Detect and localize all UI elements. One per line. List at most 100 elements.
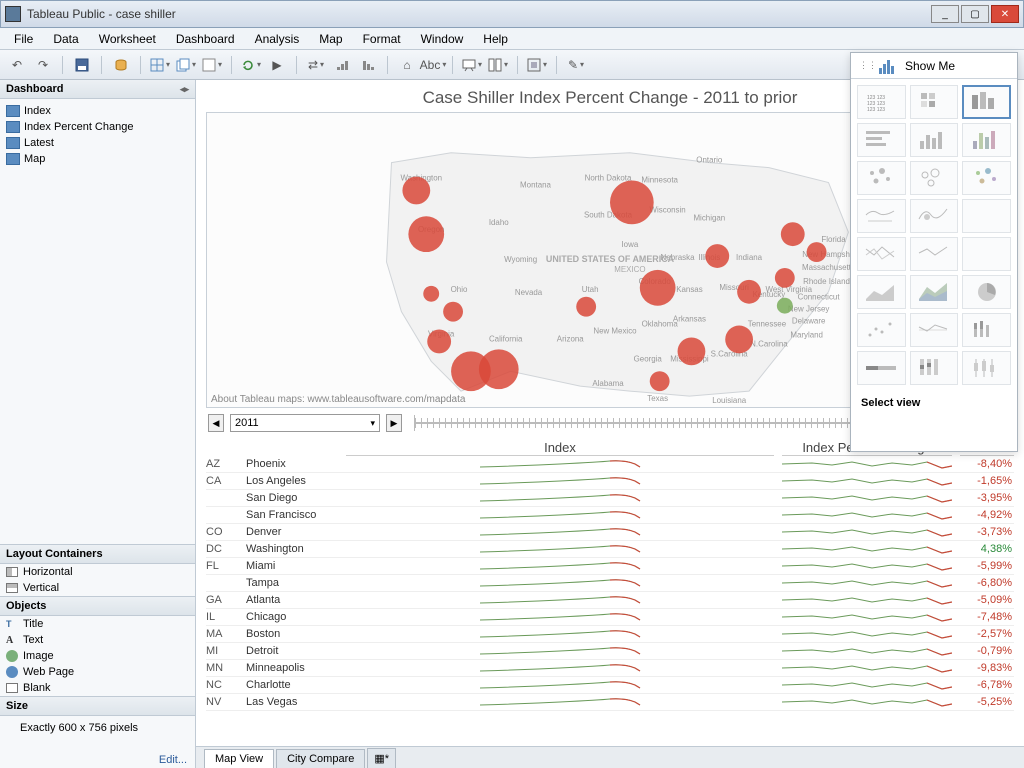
showme-viz-option[interactable] xyxy=(910,237,959,271)
map-bubble[interactable] xyxy=(479,349,519,389)
map-bubble[interactable] xyxy=(423,286,439,302)
showme-viz-option[interactable] xyxy=(962,161,1011,195)
menu-window[interactable]: Window xyxy=(411,30,474,48)
map-bubble[interactable] xyxy=(725,326,753,354)
table-row[interactable]: AZPhoenix-8,40% xyxy=(206,456,1014,473)
showme-viz-option[interactable] xyxy=(910,199,959,233)
object-blank[interactable]: Blank xyxy=(0,680,195,696)
collapse-icon[interactable]: ◂▸ xyxy=(180,84,189,95)
sort-desc-button[interactable] xyxy=(357,54,379,76)
showme-viz-option[interactable] xyxy=(910,85,959,119)
object-text[interactable]: AText xyxy=(0,632,195,648)
showme-viz-option[interactable] xyxy=(962,313,1011,347)
showme-viz-option[interactable] xyxy=(910,313,959,347)
auto-updates-dropdown[interactable] xyxy=(240,54,262,76)
new-worksheet-dropdown[interactable] xyxy=(149,54,171,76)
table-row[interactable]: San Diego-3,95% xyxy=(206,490,1014,507)
sheet-item[interactable]: Map xyxy=(0,151,195,167)
layout-vertical[interactable]: Vertical xyxy=(0,580,195,596)
highlight-button[interactable]: ✎ xyxy=(565,54,587,76)
connect-data-button[interactable] xyxy=(110,54,132,76)
year-slider[interactable] xyxy=(414,415,890,431)
sheet-item[interactable]: Index xyxy=(0,103,195,119)
showme-viz-option[interactable] xyxy=(857,237,906,271)
size-edit-link[interactable]: Edit... xyxy=(0,734,195,768)
sort-asc-button[interactable] xyxy=(331,54,353,76)
map-bubble[interactable] xyxy=(427,330,451,354)
maximize-button[interactable]: ▢ xyxy=(961,5,989,23)
object-title[interactable]: TTitle xyxy=(0,616,195,632)
menu-format[interactable]: Format xyxy=(353,30,411,48)
year-prev-button[interactable]: ◀ xyxy=(208,414,224,432)
showme-viz-option[interactable] xyxy=(857,199,906,233)
show-me-panel[interactable]: ⋮⋮ Show Me 123 123123 123123 123 Select … xyxy=(850,52,1018,452)
menu-analysis[interactable]: Analysis xyxy=(245,30,310,48)
showme-viz-option[interactable] xyxy=(962,351,1011,385)
map-bubble[interactable] xyxy=(705,244,729,268)
table-row[interactable]: MIDetroit-0,79% xyxy=(206,643,1014,660)
group-button[interactable]: ⌂ xyxy=(396,54,418,76)
map-bubble[interactable] xyxy=(640,270,676,306)
showme-viz-option[interactable] xyxy=(857,275,906,309)
map-bubble[interactable] xyxy=(402,177,430,205)
table-row[interactable]: MABoston-2,57% xyxy=(206,626,1014,643)
object-image[interactable]: Image xyxy=(0,648,195,664)
showme-viz-option[interactable] xyxy=(857,313,906,347)
year-next-button[interactable]: ▶ xyxy=(386,414,402,432)
showme-viz-option[interactable] xyxy=(910,351,959,385)
table-row[interactable]: MNMinneapolis-9,83% xyxy=(206,660,1014,677)
tab-city-compare[interactable]: City Compare xyxy=(276,749,365,768)
map-bubble[interactable] xyxy=(650,371,670,391)
swap-button[interactable]: ⇄ xyxy=(305,54,327,76)
map-bubble[interactable] xyxy=(737,280,761,304)
showme-viz-option[interactable] xyxy=(962,275,1011,309)
table-row[interactable]: GAAtlanta-5,09% xyxy=(206,592,1014,609)
showme-viz-option[interactable] xyxy=(962,123,1011,157)
map-bubble[interactable] xyxy=(408,216,444,252)
showme-viz-option[interactable] xyxy=(910,161,959,195)
table-row[interactable]: NVLas Vegas-5,25% xyxy=(206,694,1014,711)
table-row[interactable]: DCWashington4,38% xyxy=(206,541,1014,558)
menu-file[interactable]: File xyxy=(4,30,43,48)
map-bubble[interactable] xyxy=(775,268,795,288)
table-row[interactable]: FLMiami-5,99% xyxy=(206,558,1014,575)
map-bubble[interactable] xyxy=(576,297,596,317)
table-row[interactable]: Tampa-6,80% xyxy=(206,575,1014,592)
showme-viz-option[interactable] xyxy=(962,237,1011,271)
save-button[interactable] xyxy=(71,54,93,76)
showme-viz-option[interactable] xyxy=(857,161,906,195)
clear-sheet-dropdown[interactable] xyxy=(201,54,223,76)
fit-dropdown[interactable] xyxy=(526,54,548,76)
map-bubble[interactable] xyxy=(610,181,654,225)
layout-horizontal[interactable]: Horizontal xyxy=(0,564,195,580)
year-select[interactable]: 2011 xyxy=(230,414,380,432)
map-bubble[interactable] xyxy=(777,298,793,314)
menu-worksheet[interactable]: Worksheet xyxy=(89,30,166,48)
map-bubble[interactable] xyxy=(443,302,463,322)
table-row[interactable]: San Francisco-4,92% xyxy=(206,507,1014,524)
showme-viz-option[interactable] xyxy=(962,199,1011,233)
close-button[interactable]: ✕ xyxy=(991,5,1019,23)
showme-viz-option[interactable] xyxy=(962,85,1011,119)
showme-viz-option[interactable] xyxy=(910,275,959,309)
redo-button[interactable]: ↷ xyxy=(32,54,54,76)
cards-button[interactable] xyxy=(487,54,509,76)
undo-button[interactable]: ↶ xyxy=(6,54,28,76)
run-update-button[interactable]: ▶ xyxy=(266,54,288,76)
duplicate-sheet-dropdown[interactable] xyxy=(175,54,197,76)
show-labels-button[interactable]: Abc xyxy=(422,54,444,76)
menu-data[interactable]: Data xyxy=(43,30,88,48)
tab-new-sheet[interactable]: ▦* xyxy=(367,748,396,768)
presentation-mode-button[interactable] xyxy=(461,54,483,76)
tab-map-view[interactable]: Map View xyxy=(204,749,274,768)
menu-dashboard[interactable]: Dashboard xyxy=(166,30,245,48)
showme-viz-option[interactable]: 123 123123 123123 123 xyxy=(857,85,906,119)
table-row[interactable]: CODenver-3,73% xyxy=(206,524,1014,541)
sheet-item[interactable]: Index Percent Change xyxy=(0,119,195,135)
object-webpage[interactable]: Web Page xyxy=(0,664,195,680)
sheet-item[interactable]: Latest xyxy=(0,135,195,151)
menu-map[interactable]: Map xyxy=(309,30,352,48)
map-bubble[interactable] xyxy=(678,337,706,365)
table-row[interactable]: CALos Angeles-1,65% xyxy=(206,473,1014,490)
minimize-button[interactable]: _ xyxy=(931,5,959,23)
